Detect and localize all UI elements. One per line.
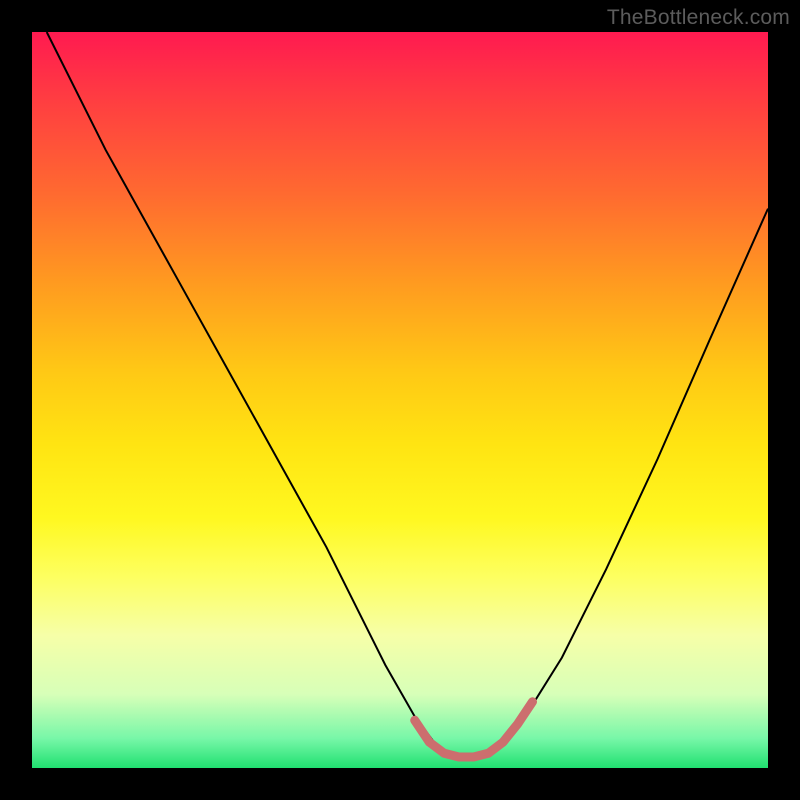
valley-highlight — [415, 702, 533, 757]
bottleneck-curve — [47, 32, 768, 757]
chart-frame: TheBottleneck.com — [0, 0, 800, 800]
watermark-text: TheBottleneck.com — [607, 6, 790, 30]
plot-area — [32, 32, 768, 768]
chart-svg — [32, 32, 768, 768]
